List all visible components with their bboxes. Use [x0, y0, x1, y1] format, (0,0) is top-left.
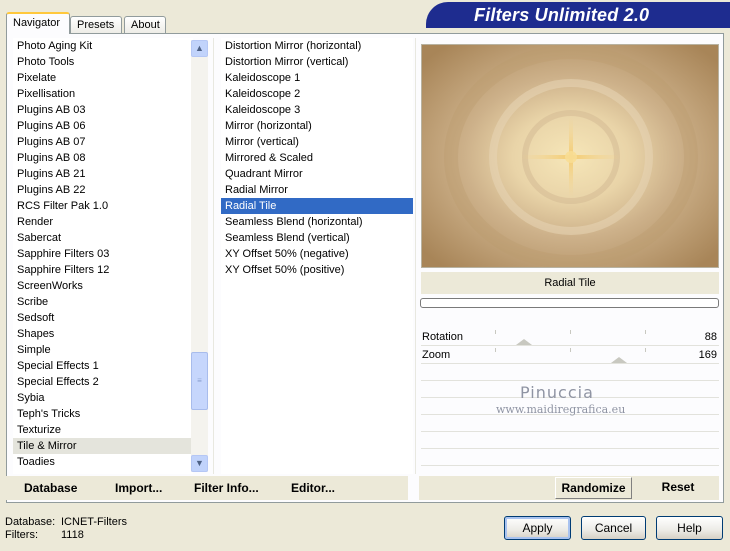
category-item[interactable]: Tile & Mirror	[13, 438, 193, 454]
filter-item[interactable]: Distortion Mirror (horizontal)	[221, 38, 413, 54]
apply-button[interactable]: Apply	[504, 516, 571, 540]
slider-marker[interactable]	[515, 339, 532, 345]
scroll-up-button[interactable]: ▲	[191, 40, 208, 57]
param-value: 88	[704, 331, 717, 343]
param-value: 169	[698, 349, 717, 361]
filters-count: 1118	[61, 529, 84, 541]
empty-param-row	[421, 416, 719, 432]
empty-param-row	[421, 450, 719, 466]
import-button[interactable]: Import...	[115, 481, 162, 495]
category-item[interactable]: Plugins AB 08	[13, 150, 193, 166]
reset-button[interactable]: Reset	[650, 477, 706, 499]
tab-about[interactable]: About	[124, 16, 166, 34]
filter-list[interactable]: Distortion Mirror (horizontal) Distortion…	[221, 38, 413, 474]
category-item[interactable]: RCS Filter Pak 1.0	[13, 198, 193, 214]
category-item[interactable]: Sapphire Filters 03	[13, 246, 193, 262]
watermark-url: www.maidiregrafica.eu	[496, 403, 626, 416]
category-item[interactable]: Sybia	[13, 390, 193, 406]
filter-item[interactable]: Seamless Blend (horizontal)	[221, 214, 413, 230]
category-item[interactable]: Pixelate	[13, 70, 193, 86]
tick	[495, 348, 496, 352]
filter-item[interactable]: Kaleidoscope 2	[221, 86, 413, 102]
category-item[interactable]: Photo Tools	[13, 54, 193, 70]
category-item[interactable]: Plugins AB 03	[13, 102, 193, 118]
param-zoom[interactable]: Zoom 169	[421, 346, 719, 364]
empty-param-row	[421, 433, 719, 449]
filter-item[interactable]: XY Offset 50% (positive)	[221, 262, 413, 278]
tab-presets[interactable]: Presets	[70, 16, 122, 34]
filters-label: Filters:	[5, 529, 38, 541]
tab-navigator[interactable]: Navigator	[6, 12, 70, 34]
filter-name-label: Radial Tile	[421, 272, 719, 294]
preview-image	[421, 44, 719, 268]
slider-marker[interactable]	[610, 357, 627, 363]
database-button[interactable]: Database	[24, 481, 77, 495]
category-item[interactable]: Special Effects 1	[13, 358, 193, 374]
divider	[213, 38, 214, 474]
filter-item[interactable]: Distortion Mirror (vertical)	[221, 54, 413, 70]
tick	[645, 330, 646, 334]
randomize-button[interactable]: Randomize	[555, 477, 632, 499]
filter-item[interactable]: Quadrant Mirror	[221, 166, 413, 182]
category-item[interactable]: Pixellisation	[13, 86, 193, 102]
filter-item[interactable]: Mirror (vertical)	[221, 134, 413, 150]
filter-item[interactable]: XY Offset 50% (negative)	[221, 246, 413, 262]
filter-item[interactable]: Mirrored & Scaled	[221, 150, 413, 166]
tick	[645, 348, 646, 352]
database-value: ICNET-Filters	[61, 516, 127, 528]
filter-item[interactable]: Radial Tile	[221, 198, 413, 214]
database-info: Database: ICNET-Filters	[5, 516, 127, 528]
tick	[570, 348, 571, 352]
category-item[interactable]: Simple	[13, 342, 193, 358]
category-item[interactable]: Shapes	[13, 326, 193, 342]
app-title: Filters Unlimited 2.0	[474, 5, 650, 25]
database-label: Database:	[5, 516, 56, 528]
category-item[interactable]: Plugins AB 22	[13, 182, 193, 198]
filter-item[interactable]: Seamless Blend (vertical)	[221, 230, 413, 246]
filter-item[interactable]: Mirror (horizontal)	[221, 118, 413, 134]
help-button[interactable]: Help	[656, 516, 723, 540]
param-label: Zoom	[422, 349, 451, 361]
category-item[interactable]: ScreenWorks	[13, 278, 193, 294]
tick	[570, 330, 571, 334]
category-item[interactable]: Sapphire Filters 12	[13, 262, 193, 278]
category-item[interactable]: Plugins AB 07	[13, 134, 193, 150]
filter-item[interactable]: Kaleidoscope 3	[221, 102, 413, 118]
preview-graphic	[422, 45, 718, 267]
category-item[interactable]: Sedsoft	[13, 310, 193, 326]
param-label: Rotation	[422, 331, 463, 343]
filter-item[interactable]: Radial Mirror	[221, 182, 413, 198]
progress-bar	[420, 298, 719, 308]
category-item[interactable]: Toadies	[13, 454, 193, 470]
filters-info: Filters: 1118	[5, 529, 84, 541]
divider	[415, 38, 416, 474]
filter-item[interactable]: Kaleidoscope 1	[221, 70, 413, 86]
scroll-thumb[interactable]: ≡	[191, 352, 208, 410]
cancel-button[interactable]: Cancel	[581, 516, 646, 540]
tick	[495, 330, 496, 334]
filter-info-button[interactable]: Filter Info...	[194, 481, 259, 495]
category-item[interactable]: Render	[13, 214, 193, 230]
category-item[interactable]: Plugins AB 21	[13, 166, 193, 182]
category-item[interactable]: Scribe	[13, 294, 193, 310]
empty-param-row	[421, 365, 719, 381]
editor-button[interactable]: Editor...	[291, 481, 335, 495]
category-scrollbar[interactable]: ▲ ≡ ▼	[191, 40, 208, 472]
watermark-name: Pinuccia	[520, 383, 594, 402]
category-item[interactable]: Texturize	[13, 422, 193, 438]
category-item[interactable]: Special Effects 2	[13, 374, 193, 390]
scroll-down-button[interactable]: ▼	[191, 455, 208, 472]
category-item[interactable]: Plugins AB 06	[13, 118, 193, 134]
category-item[interactable]: Sabercat	[13, 230, 193, 246]
navigator-panel: Photo Aging Kit Photo Tools Pixelate Pixell…	[6, 33, 724, 503]
category-item[interactable]: Teph's Tricks	[13, 406, 193, 422]
category-item[interactable]: Photo Aging Kit	[13, 38, 193, 54]
param-rotation[interactable]: Rotation 88	[421, 328, 719, 346]
category-list[interactable]: Photo Aging Kit Photo Tools Pixelate Pixell…	[13, 38, 193, 474]
